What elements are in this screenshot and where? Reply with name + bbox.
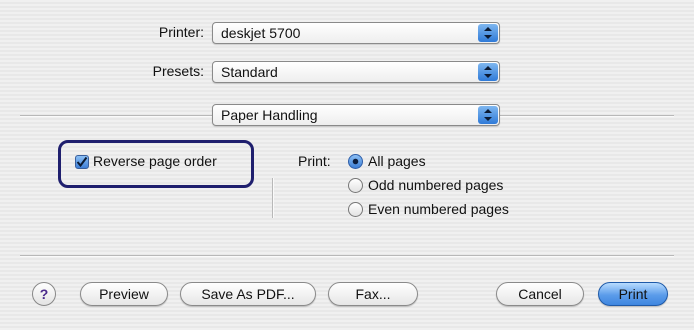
radio-odd-pages[interactable] xyxy=(348,178,363,193)
printer-value: deskjet 5700 xyxy=(221,25,301,41)
column-separator xyxy=(272,178,274,218)
cancel-button[interactable]: Cancel xyxy=(496,282,584,306)
help-icon[interactable]: ? xyxy=(32,282,56,306)
preview-button[interactable]: Preview xyxy=(80,282,168,306)
panel-popup[interactable]: Paper Handling xyxy=(212,104,500,126)
print-range-label: Print: xyxy=(298,153,331,169)
reverse-checkbox[interactable] xyxy=(75,155,89,169)
printer-popup[interactable]: deskjet 5700 xyxy=(212,22,500,44)
updown-arrows-icon xyxy=(478,24,498,42)
print-button[interactable]: Print xyxy=(598,282,668,306)
checkmark-icon xyxy=(76,156,88,168)
radio-even-pages[interactable] xyxy=(348,202,363,217)
updown-arrows-icon xyxy=(478,63,498,81)
panel-value: Paper Handling xyxy=(221,107,318,123)
presets-popup[interactable]: Standard xyxy=(212,61,500,83)
updown-arrows-icon xyxy=(478,106,498,124)
radio-all-pages[interactable] xyxy=(348,154,363,169)
save-as-pdf-button[interactable]: Save As PDF... xyxy=(180,282,316,306)
radio-odd-pages-label[interactable]: Odd numbered pages xyxy=(368,177,503,193)
presets-value: Standard xyxy=(221,64,278,80)
reverse-label[interactable]: Reverse page order xyxy=(93,153,217,169)
radio-all-pages-label[interactable]: All pages xyxy=(368,153,426,169)
bottom-divider xyxy=(20,255,674,257)
printer-label: Printer: xyxy=(158,24,204,40)
fax-button[interactable]: Fax... xyxy=(328,282,418,306)
radio-even-pages-label[interactable]: Even numbered pages xyxy=(368,201,509,217)
presets-label: Presets: xyxy=(152,63,204,79)
